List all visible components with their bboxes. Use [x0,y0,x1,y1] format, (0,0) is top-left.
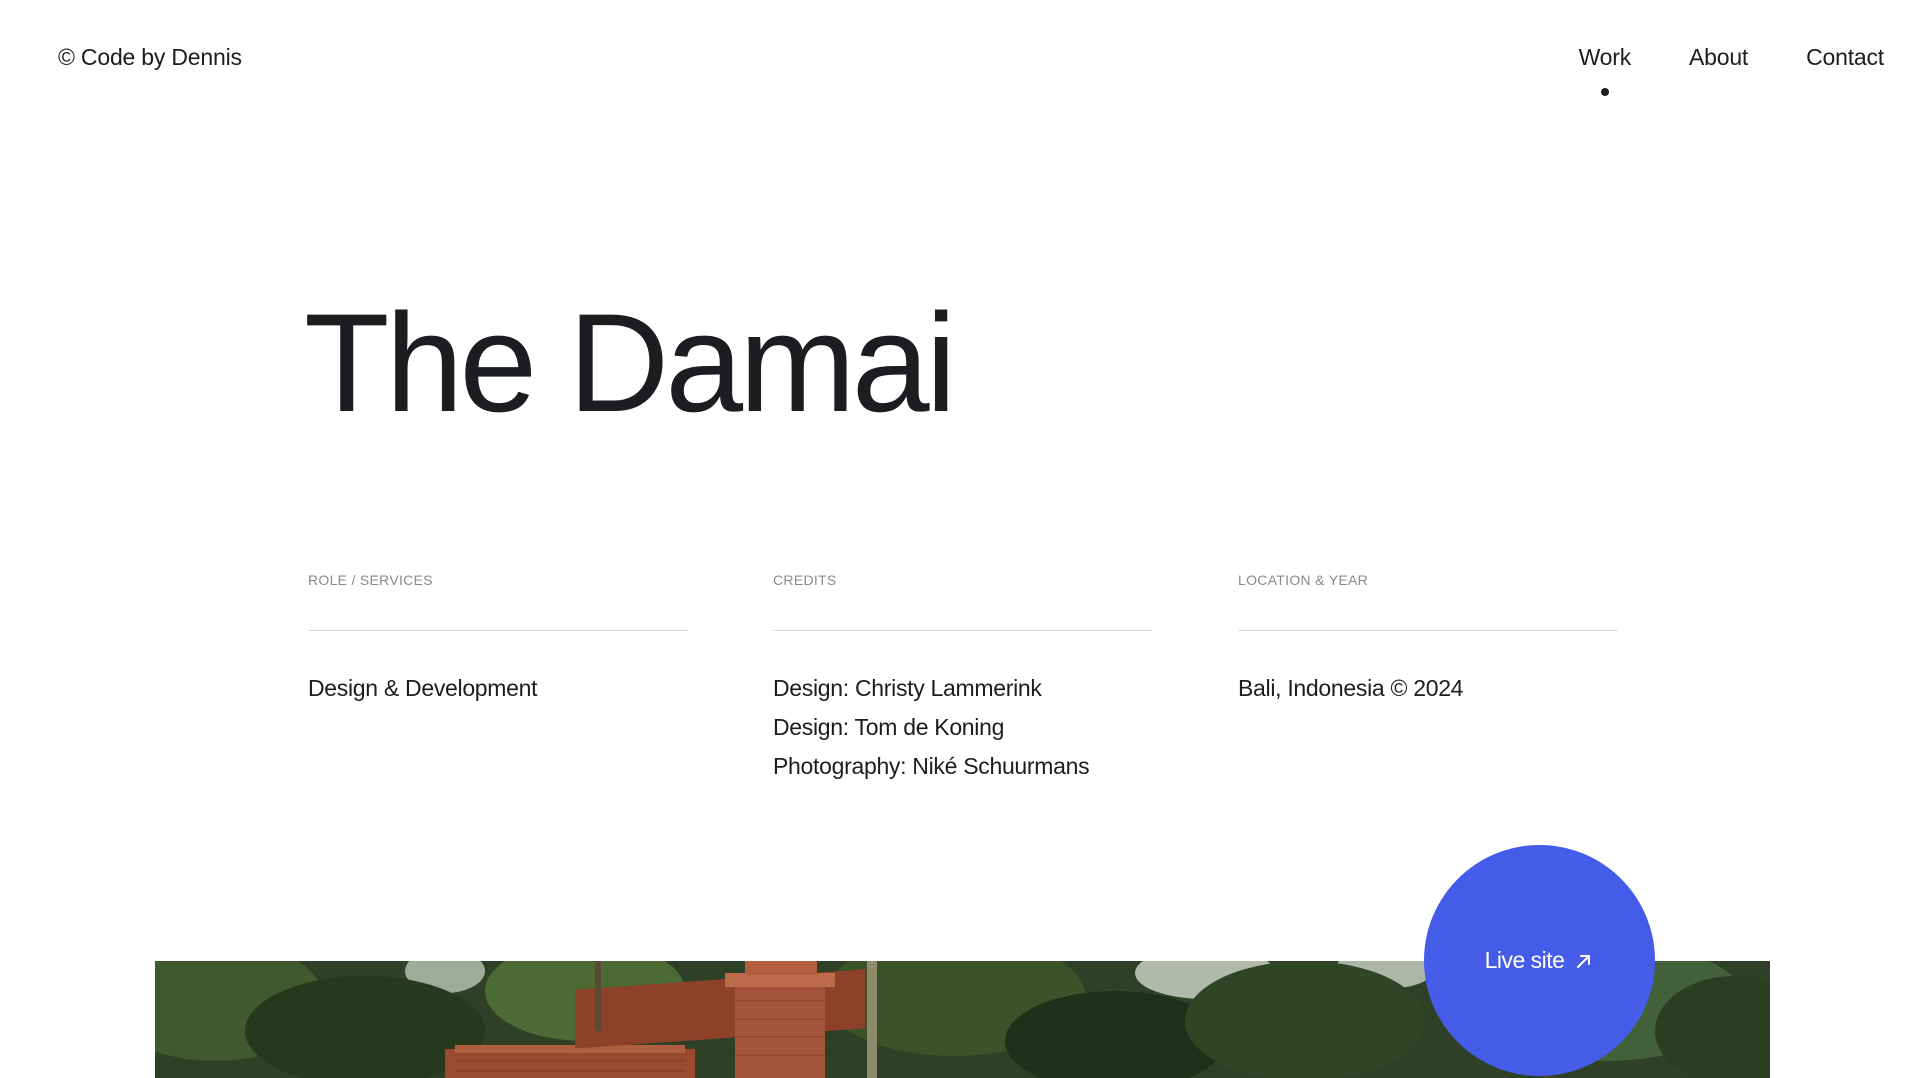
live-site-label: Live site [1484,947,1565,973]
nav-item-label: Work [1578,44,1632,70]
info-values: Design: Christy Lammerink Design: Tom de… [773,669,1153,786]
nav-item-work[interactable]: Work [1578,44,1632,96]
nav-item-contact[interactable]: Contact [1806,44,1884,71]
divider [308,630,688,631]
info-values: Bali, Indonesia © 2024 [1238,669,1618,708]
main-nav: Work About Contact [1578,44,1884,96]
nav-item-about[interactable]: About [1689,44,1748,71]
info-values: Design & Development [308,669,688,708]
info-value: Design & Development [308,675,538,701]
divider [773,630,1153,631]
active-indicator-dot [1600,88,1609,96]
arrow-up-right-icon [1574,951,1594,971]
page-title: The Damai [304,284,957,441]
info-heading: LOCATION & YEAR [1238,572,1369,588]
brand-logo[interactable]: © Code by Dennis [58,44,242,71]
info-column-role: ROLE / SERVICES Design & Development [308,572,688,708]
info-column-location: LOCATION & YEAR Bali, Indonesia © 2024 [1238,572,1618,708]
info-value: Bali, Indonesia © 2024 [1238,675,1464,701]
info-value: Photography: Niké Schuurmans [773,753,1090,779]
info-heading: CREDITS [773,572,837,588]
divider [1238,630,1618,631]
nav-item-label: About [1689,44,1749,70]
live-site-button[interactable]: Live site [1424,845,1655,1076]
info-column-credits: CREDITS Design: Christy Lammerink Design… [773,572,1153,786]
nav-item-label: Contact [1806,44,1884,70]
info-heading: ROLE / SERVICES [308,572,433,588]
info-value: Design: Tom de Koning [773,714,1005,740]
info-value: Design: Christy Lammerink [773,675,1042,701]
project-page: © Code by Dennis Work About Contact The … [0,0,1918,1078]
